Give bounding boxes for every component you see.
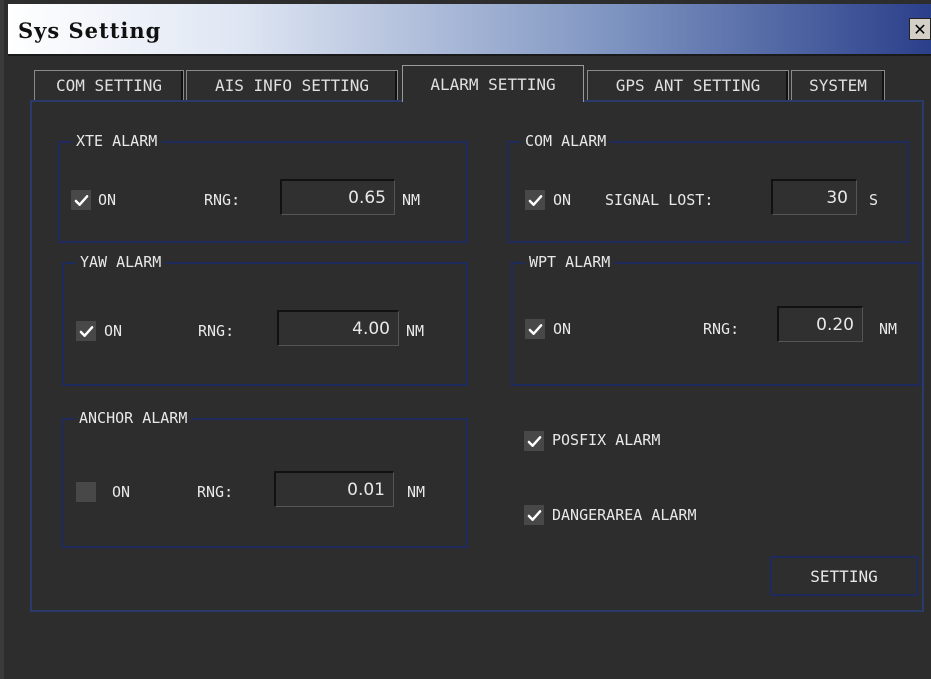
com-alarm-title: COM ALARM xyxy=(521,132,611,150)
anchor-alarm-rng-label: RNG: xyxy=(197,483,234,501)
yaw-alarm-rng-input[interactable]: 4.00 xyxy=(277,310,399,346)
tab-gps-ant-setting[interactable]: GPS ANT SETTING xyxy=(587,70,789,100)
anchor-alarm-rng-input[interactable]: 0.01 xyxy=(274,471,394,507)
checkmark-icon xyxy=(528,323,542,335)
setting-button[interactable]: SETTING xyxy=(770,556,918,596)
anchor-alarm-title: ANCHOR ALARM xyxy=(75,409,192,427)
window-title: Sys Setting xyxy=(18,18,162,43)
wpt-alarm-rng-input[interactable]: 0.20 xyxy=(777,306,863,342)
posfix-alarm-label: POSFIX ALARM xyxy=(552,431,661,449)
dangerarea-alarm-checkbox[interactable] xyxy=(524,505,544,525)
wpt-alarm-on-label: ON xyxy=(553,320,572,338)
checkmark-icon xyxy=(74,194,88,206)
xte-alarm-group: XTE ALARM ON RNG: 0.65 NM xyxy=(58,132,468,243)
tab-alarm-setting[interactable]: ALARM SETTING xyxy=(402,65,584,102)
com-alarm-signal-input[interactable]: 30 xyxy=(771,179,857,215)
wpt-alarm-group: WPT ALARM ON RNG: 0.20 NM xyxy=(511,253,921,386)
com-alarm-unit: S xyxy=(869,191,879,209)
wpt-alarm-on-checkbox[interactable] xyxy=(525,319,545,339)
yaw-alarm-on-label: ON xyxy=(104,322,123,340)
close-icon[interactable]: ✕ xyxy=(909,18,931,40)
yaw-alarm-rng-label: RNG: xyxy=(198,322,235,340)
com-alarm-on-label: ON xyxy=(553,191,572,209)
xte-alarm-unit: NM xyxy=(402,191,421,209)
yaw-alarm-group: YAW ALARM ON RNG: 4.00 NM xyxy=(62,253,468,386)
com-alarm-signal-label: SIGNAL LOST: xyxy=(605,191,714,209)
com-alarm-group: COM ALARM ON SIGNAL LOST: 30 S xyxy=(507,132,909,243)
wpt-alarm-rng-label: RNG: xyxy=(703,320,740,338)
checkmark-icon xyxy=(79,325,93,337)
checkmark-icon xyxy=(528,194,542,206)
xte-alarm-on-checkbox[interactable] xyxy=(71,190,91,210)
xte-alarm-rng-label: RNG: xyxy=(204,191,241,209)
tab-ais-info-setting[interactable]: AIS INFO SETTING xyxy=(186,70,398,100)
yaw-alarm-unit: NM xyxy=(406,322,425,340)
checkmark-icon xyxy=(527,435,541,447)
alarm-setting-panel: XTE ALARM ON RNG: 0.65 NM COM ALARM ON S… xyxy=(30,100,924,612)
anchor-alarm-on-checkbox[interactable] xyxy=(76,482,96,502)
anchor-alarm-group: ANCHOR ALARM ON RNG: 0.01 NM xyxy=(61,409,468,548)
yaw-alarm-on-checkbox[interactable] xyxy=(76,321,96,341)
yaw-alarm-title: YAW ALARM xyxy=(76,253,166,271)
dangerarea-alarm-label: DANGERAREA ALARM xyxy=(552,506,697,524)
xte-alarm-title: XTE ALARM xyxy=(72,132,162,150)
checkmark-icon xyxy=(527,509,541,521)
title-bar[interactable]: Sys Setting ✕ xyxy=(8,4,931,56)
tab-com-setting[interactable]: COM SETTING xyxy=(34,70,184,100)
xte-alarm-on-label: ON xyxy=(98,191,117,209)
wpt-alarm-unit: NM xyxy=(879,320,898,338)
wpt-alarm-title: WPT ALARM xyxy=(525,253,615,271)
anchor-alarm-unit: NM xyxy=(407,483,426,501)
com-alarm-on-checkbox[interactable] xyxy=(525,190,545,210)
sys-setting-window: Sys Setting ✕ COM SETTING AIS INFO SETTI… xyxy=(0,0,931,679)
posfix-alarm-checkbox[interactable] xyxy=(524,431,544,451)
xte-alarm-rng-input[interactable]: 0.65 xyxy=(280,179,395,215)
anchor-alarm-on-label: ON xyxy=(112,483,131,501)
tab-system[interactable]: SYSTEM xyxy=(791,70,885,100)
